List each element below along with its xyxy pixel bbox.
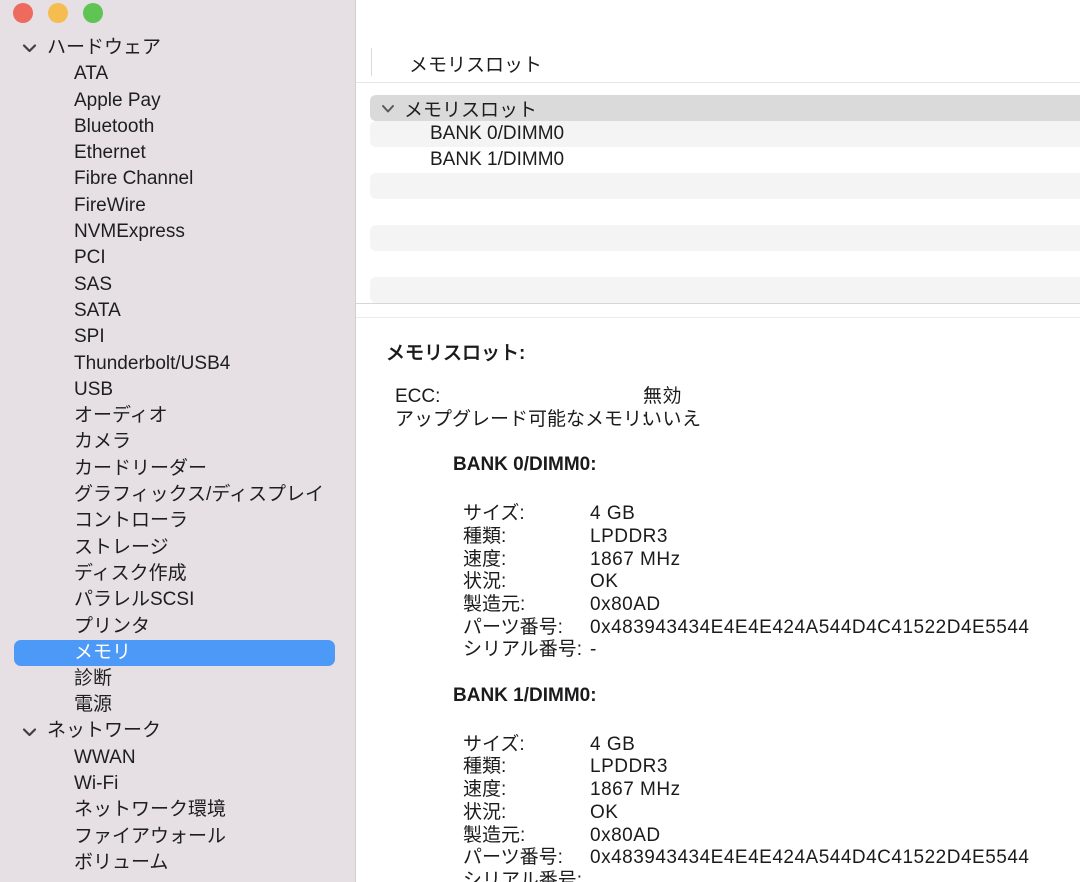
sidebar-item-power[interactable]: 電源: [0, 692, 355, 718]
bank0-properties: サイズ:4 GB 種類:LPDDR3 速度:1867 MHz 状況:OK 製造元…: [463, 503, 1080, 662]
sidebar-item-sas[interactable]: SAS: [0, 272, 355, 298]
property-row-size: サイズ:4 GB: [463, 734, 1080, 757]
property-row-serial-number: シリアル番号:-: [463, 639, 1080, 662]
sidebar-item-firewall[interactable]: ファイアウォール: [0, 824, 355, 850]
property-row-status: 状況:OK: [463, 571, 1080, 594]
sidebar-item-label: ハードウェア: [47, 35, 161, 61]
sidebar-item-spi[interactable]: SPI: [0, 324, 355, 350]
sidebar-item-card-reader[interactable]: カードリーダー: [0, 456, 355, 482]
sidebar-item-disc-burning[interactable]: ディスク作成: [0, 561, 355, 587]
property-row-ecc: ECC: 無効: [395, 386, 1080, 409]
table-row-bank0[interactable]: BANK 0/DIMM0: [370, 121, 1080, 147]
sidebar-item-ethernet[interactable]: Ethernet: [0, 140, 355, 166]
sidebar-item-camera[interactable]: カメラ: [0, 429, 355, 455]
sidebar-item-usb[interactable]: USB: [0, 377, 355, 403]
column-separator: [371, 48, 372, 76]
sidebar-item-label: ネットワーク: [47, 718, 161, 744]
sidebar-item-network[interactable]: ネットワーク: [0, 718, 355, 744]
window-controls: [13, 3, 103, 23]
chevron-down-icon[interactable]: [22, 43, 37, 53]
sidebar-item-wwan[interactable]: WWAN: [0, 745, 355, 771]
property-row-speed: 速度:1867 MHz: [463, 549, 1080, 572]
property-row-serial-number: シリアル番号:: [463, 870, 1080, 882]
chevron-down-icon[interactable]: [22, 727, 37, 737]
details-properties: ECC: 無効 アップグレード可能なメモリ: いいえ: [395, 386, 1080, 431]
sidebar: ハードウェア ATA Apple Pay Bluetooth Ethernet …: [0, 0, 356, 882]
sidebar-item-controller[interactable]: コントローラ: [0, 508, 355, 534]
bank0-title: BANK 0/DIMM0:: [453, 454, 1080, 477]
sidebar-item-printers[interactable]: プリンタ: [0, 614, 355, 640]
table-group-label: メモリスロット: [404, 95, 537, 122]
sidebar-item-sata[interactable]: SATA: [0, 298, 355, 324]
table-group-row-memory-slots[interactable]: メモリスロット: [370, 95, 1080, 121]
sidebar-item-graphics-displays[interactable]: グラフィックス/ディスプレイ: [0, 482, 355, 508]
sidebar-item-firewire[interactable]: FireWire: [0, 193, 355, 219]
table-empty-row: [370, 199, 1080, 225]
bank1-properties: サイズ:4 GB 種類:LPDDR3 速度:1867 MHz 状況:OK 製造元…: [463, 734, 1080, 882]
table-empty-row: [370, 251, 1080, 277]
sidebar-item-volumes[interactable]: ボリューム: [0, 850, 355, 876]
memory-slots-table: メモリスロット BANK 0/DIMM0 BANK 1/DIMM0: [356, 84, 1080, 303]
property-row-part-number: パーツ番号:0x483943434E4E4E424A544D4C41522D4E…: [463, 617, 1080, 640]
table-row-bank1[interactable]: BANK 1/DIMM0: [370, 147, 1080, 173]
property-row-speed: 速度:1867 MHz: [463, 779, 1080, 802]
sidebar-item-pci[interactable]: PCI: [0, 245, 355, 271]
sidebar-item-diagnostics[interactable]: 診断: [0, 666, 355, 692]
sidebar-item-storage[interactable]: ストレージ: [0, 535, 355, 561]
sidebar-item-fibre-channel[interactable]: Fibre Channel: [0, 166, 355, 192]
property-row-size: サイズ:4 GB: [463, 503, 1080, 526]
sidebar-item-nvmexpress[interactable]: NVMExpress: [0, 219, 355, 245]
minimize-button[interactable]: [48, 3, 68, 23]
property-row-manufacturer: 製造元:0x80AD: [463, 825, 1080, 848]
sidebar-item-bluetooth[interactable]: Bluetooth: [0, 114, 355, 140]
sidebar-item-audio[interactable]: オーディオ: [0, 403, 355, 429]
close-button[interactable]: [13, 3, 33, 23]
sidebar-item-hardware[interactable]: ハードウェア: [0, 35, 355, 61]
sidebar-item-ata[interactable]: ATA: [0, 61, 355, 87]
table-empty-row: [370, 225, 1080, 251]
sidebar-item-memory[interactable]: メモリ: [14, 640, 335, 666]
main-pane: メモリスロット メモリスロット BANK 0/DIMM0 BANK 1/DIMM…: [356, 0, 1080, 882]
sidebar-item-wifi[interactable]: Wi-Fi: [0, 771, 355, 797]
property-row-status: 状況:OK: [463, 802, 1080, 825]
property-row-manufacturer: 製造元:0x80AD: [463, 594, 1080, 617]
column-header-label: メモリスロット: [409, 50, 542, 77]
sidebar-item-thunderbolt-usb4[interactable]: Thunderbolt/USB4: [0, 351, 355, 377]
pane-splitter-handle[interactable]: [356, 303, 1080, 318]
sidebar-item-parallel-scsi[interactable]: パラレルSCSI: [0, 587, 355, 613]
property-row-type: 種類:LPDDR3: [463, 526, 1080, 549]
property-row-upgradeable: アップグレード可能なメモリ: いいえ: [395, 409, 1080, 432]
sidebar-item-locations[interactable]: ネットワーク環境: [0, 797, 355, 823]
details-pane: メモリスロット: ECC: 無効 アップグレード可能なメモリ: いいえ BANK…: [356, 318, 1080, 882]
chevron-down-icon[interactable]: [381, 104, 395, 113]
details-title: メモリスロット:: [386, 343, 1080, 365]
property-row-type: 種類:LPDDR3: [463, 756, 1080, 779]
table-empty-row: [370, 277, 1080, 303]
table-column-header[interactable]: メモリスロット: [356, 0, 1080, 83]
zoom-button[interactable]: [83, 3, 103, 23]
bank1-title: BANK 1/DIMM0:: [453, 685, 1080, 708]
table-empty-row: [370, 173, 1080, 199]
property-row-part-number: パーツ番号:0x483943434E4E4E424A544D4C41522D4E…: [463, 847, 1080, 870]
sidebar-tree: ハードウェア ATA Apple Pay Bluetooth Ethernet …: [0, 35, 355, 876]
sidebar-item-apple-pay[interactable]: Apple Pay: [0, 88, 355, 114]
